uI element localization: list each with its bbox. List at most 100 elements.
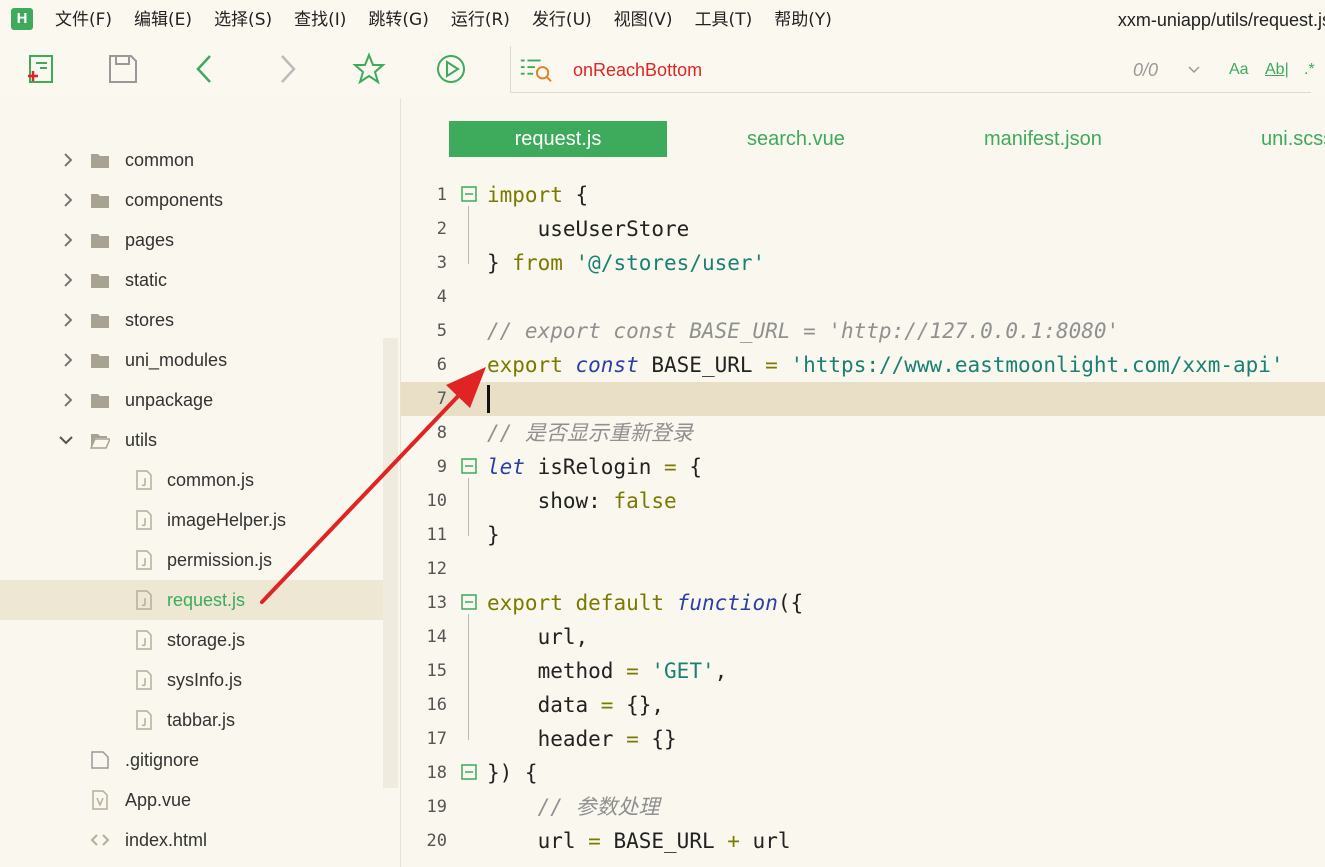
fold-collapse-icon[interactable] bbox=[461, 594, 477, 610]
code-line[interactable]: 11 } bbox=[401, 518, 1325, 552]
chevron-right-icon[interactable] bbox=[60, 232, 76, 248]
goto-symbol-text[interactable]: onReachBottom bbox=[573, 58, 702, 82]
tree-file-tabbar-js[interactable]: tabbar.js bbox=[0, 700, 383, 740]
code-line[interactable]: 5 // export const BASE_URL = 'http://127… bbox=[401, 314, 1325, 348]
tree-folder-unpackage[interactable]: unpackage bbox=[0, 380, 383, 420]
tree-folder-stores[interactable]: stores bbox=[0, 300, 383, 340]
chevron-right-icon[interactable] bbox=[60, 352, 76, 368]
tree-file-imagehelper-js[interactable]: imageHelper.js bbox=[0, 500, 383, 540]
chevron-right-icon[interactable] bbox=[60, 392, 76, 408]
chevron-right-icon[interactable] bbox=[60, 192, 76, 208]
code-line[interactable]: 12 bbox=[401, 552, 1325, 586]
tree-file-app-vue[interactable]: App.vue bbox=[0, 780, 383, 820]
tree-label: App.vue bbox=[125, 790, 192, 810]
whole-word-button[interactable]: Ab| bbox=[1265, 58, 1289, 82]
forward-icon[interactable] bbox=[270, 52, 304, 86]
tree-file-storage-js[interactable]: storage.js bbox=[0, 620, 383, 660]
line-number: 12 bbox=[426, 559, 447, 579]
goto-symbol-icon[interactable] bbox=[518, 52, 552, 86]
chevron-down-icon[interactable] bbox=[58, 432, 74, 448]
tree-label: stores bbox=[125, 310, 175, 330]
code-line[interactable]: 3 } from '@/stores/user' bbox=[401, 246, 1325, 280]
tree-file-gitignore[interactable]: .gitignore bbox=[0, 740, 383, 780]
token: = bbox=[664, 455, 677, 479]
code-line[interactable]: 8 // 是否显示重新登录 bbox=[401, 416, 1325, 450]
code-line[interactable]: 2 useUserStore bbox=[401, 212, 1325, 246]
js-file-icon bbox=[136, 710, 152, 730]
code-line[interactable]: 19 // 参数处理 bbox=[401, 790, 1325, 824]
code-text: url, bbox=[487, 625, 589, 649]
code-line[interactable]: 14 url, bbox=[401, 620, 1325, 654]
token: export bbox=[487, 591, 563, 615]
code-line[interactable]: 13 export default function({ bbox=[401, 586, 1325, 620]
tree-label: tabbar.js bbox=[167, 710, 236, 730]
code-line[interactable]: 10 show: false bbox=[401, 484, 1325, 518]
tab-request-js[interactable]: request.js bbox=[449, 121, 667, 157]
code-line[interactable]: 18 }) { bbox=[401, 756, 1325, 790]
menu-publish[interactable]: 发行(U) bbox=[532, 0, 592, 40]
code-line[interactable]: 9 let isRelogin = { bbox=[401, 450, 1325, 484]
tree-folder-static[interactable]: static bbox=[0, 260, 383, 300]
code-line[interactable]: 16 data = {}, bbox=[401, 688, 1325, 722]
editor-tab-bar: request.js search.vue manifest.json uni.… bbox=[401, 98, 1325, 178]
menu-tools[interactable]: 工具(T) bbox=[695, 0, 753, 40]
menu-edit[interactable]: 编辑(E) bbox=[134, 0, 192, 40]
menu-view[interactable]: 视图(V) bbox=[614, 0, 673, 40]
chevron-right-icon[interactable] bbox=[60, 312, 76, 328]
sidebar-scrollbar[interactable] bbox=[383, 338, 398, 788]
tree-folder-common[interactable]: common bbox=[0, 140, 383, 180]
text-caret bbox=[487, 385, 490, 413]
menu-help[interactable]: 帮助(Y) bbox=[774, 0, 832, 40]
code-text: import { bbox=[487, 178, 588, 212]
menu-goto[interactable]: 跳转(G) bbox=[368, 0, 428, 40]
tree-file-index-html[interactable]: index.html bbox=[0, 820, 383, 860]
code-line[interactable]: 6 export const BASE_URL = 'https://www.e… bbox=[401, 348, 1325, 382]
tree-label: common.js bbox=[167, 470, 255, 490]
line-number: 17 bbox=[426, 729, 447, 749]
tree-file-sysinfo-js[interactable]: sysInfo.js bbox=[0, 660, 383, 700]
chevron-down-icon[interactable] bbox=[1186, 63, 1202, 77]
html-file-icon bbox=[90, 834, 110, 846]
js-file-icon bbox=[136, 590, 152, 610]
tab-search-vue[interactable]: search.vue bbox=[747, 121, 845, 157]
star-icon[interactable] bbox=[352, 52, 386, 86]
code-line-current[interactable]: 7 bbox=[401, 382, 1325, 416]
tab-manifest-json[interactable]: manifest.json bbox=[984, 121, 1102, 157]
tab-uni-scss[interactable]: uni.scss bbox=[1261, 121, 1325, 157]
fold-collapse-icon[interactable] bbox=[461, 764, 477, 780]
hbuilder-logo-icon: H bbox=[11, 8, 33, 30]
new-file-icon[interactable] bbox=[24, 52, 58, 86]
chevron-right-icon[interactable] bbox=[60, 272, 76, 288]
line-number: 15 bbox=[426, 661, 447, 681]
regex-button[interactable]: .* bbox=[1304, 58, 1315, 82]
tree-folder-components[interactable]: components bbox=[0, 180, 383, 220]
code-line[interactable]: 20 url = BASE_URL + url bbox=[401, 824, 1325, 858]
match-case-button[interactable]: Aa bbox=[1229, 58, 1249, 82]
fold-collapse-icon[interactable] bbox=[461, 458, 477, 474]
fold-collapse-icon[interactable] bbox=[461, 186, 477, 202]
code-editor[interactable]: request.js search.vue manifest.json uni.… bbox=[401, 98, 1325, 867]
tree-folder-pages[interactable]: pages bbox=[0, 220, 383, 260]
menu-file[interactable]: 文件(F) bbox=[55, 0, 112, 40]
token: url bbox=[739, 829, 791, 853]
run-icon[interactable] bbox=[434, 52, 468, 86]
tree-file-permission-js[interactable]: permission.js bbox=[0, 540, 383, 580]
menu-run[interactable]: 运行(R) bbox=[451, 0, 510, 40]
folder-icon bbox=[91, 314, 109, 328]
folder-icon bbox=[91, 394, 109, 408]
chevron-right-icon[interactable] bbox=[60, 152, 76, 168]
code-line[interactable]: 1 import { bbox=[401, 178, 1325, 212]
code-line[interactable]: 15 method = 'GET', bbox=[401, 654, 1325, 688]
tree-file-common-js[interactable]: common.js bbox=[0, 460, 383, 500]
save-icon[interactable] bbox=[106, 52, 140, 86]
code-line[interactable]: 17 header = {} bbox=[401, 722, 1325, 756]
tree-folder-uni-modules[interactable]: uni_modules bbox=[0, 340, 383, 380]
tree-folder-utils[interactable]: utils bbox=[0, 420, 383, 460]
menu-select[interactable]: 选择(S) bbox=[214, 0, 272, 40]
token: export bbox=[487, 353, 563, 377]
tree-file-request-js[interactable]: request.js bbox=[0, 580, 383, 620]
menu-find[interactable]: 查找(I) bbox=[294, 0, 346, 40]
code-line[interactable]: 4 bbox=[401, 280, 1325, 314]
back-icon[interactable] bbox=[188, 52, 222, 86]
